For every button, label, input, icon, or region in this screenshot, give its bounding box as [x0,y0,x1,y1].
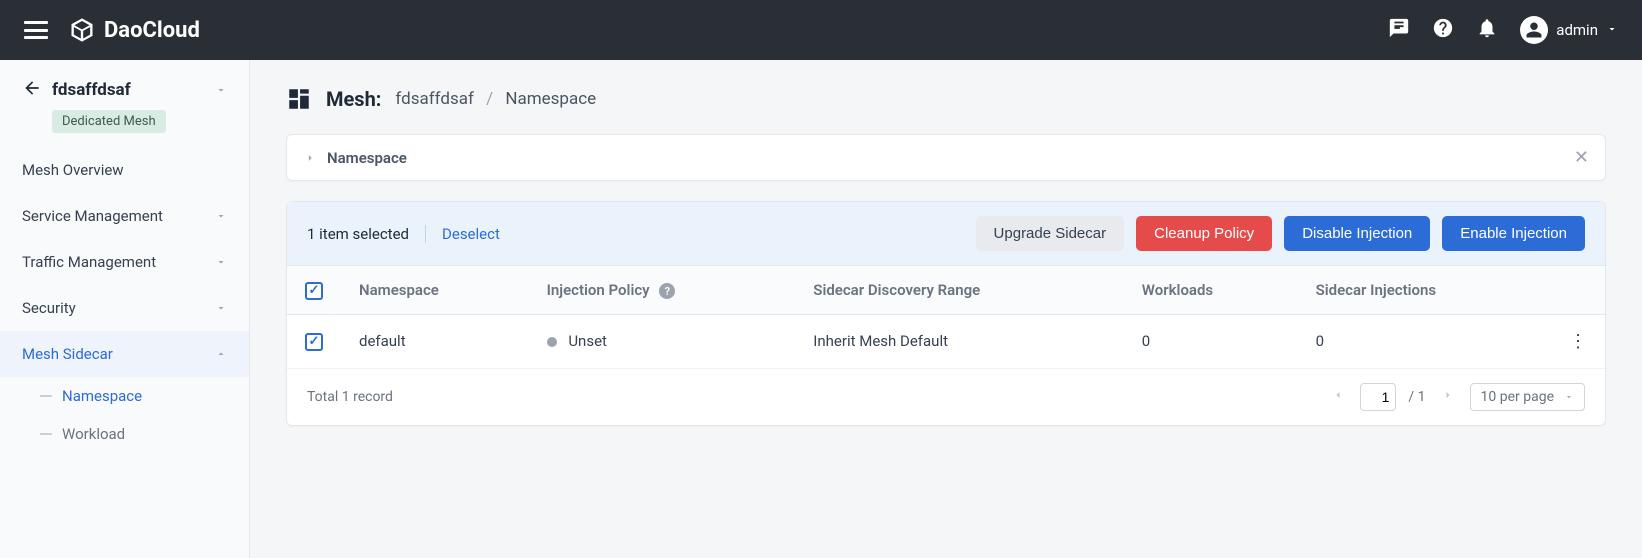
chat-icon[interactable] [1388,17,1410,43]
filter-panel-title: Namespace [327,149,407,167]
filter-panel-left[interactable]: Namespace [303,149,407,167]
cell-discovery: Inherit Mesh Default [795,314,1124,368]
cell-sidecar-inj: 0 [1298,314,1551,368]
selection-count: 1 item selected [307,225,409,243]
upgrade-sidecar-button[interactable]: Upgrade Sidecar [976,216,1125,251]
breadcrumb: fdsaffdsaf / Namespace [395,89,596,109]
page-title-prefix: Mesh: [326,87,381,111]
sidebar-item-service-mgmt[interactable]: Service Management [0,193,249,239]
sidebar-sub-label: Workload [62,425,125,443]
back-arrow-icon[interactable] [22,78,42,102]
chevron-down-icon [215,302,227,314]
help-icon[interactable] [1432,17,1454,43]
status-dot-icon [547,337,557,347]
col-workloads: Workloads [1124,266,1298,314]
sidebar: fdsaffdsaf Dedicated Mesh Mesh Overview … [0,60,250,558]
brand-logo[interactable]: DaoCloud [68,16,200,44]
chevron-down-icon[interactable] [215,81,227,100]
breadcrumb-sep: / [486,89,493,109]
sidebar-sub-label: Namespace [62,387,142,405]
page-size-label: 10 per page [1481,389,1554,405]
menu-toggle-icon[interactable] [24,21,48,39]
selection-info: 1 item selected Deselect [307,225,500,243]
user-name: admin [1556,21,1598,39]
select-all-checkbox[interactable] [305,282,323,300]
bell-icon[interactable] [1476,17,1498,43]
sidebar-item-overview[interactable]: Mesh Overview [0,147,249,193]
selection-bar: 1 item selected Deselect Upgrade Sidecar… [287,202,1605,266]
cube-icon [68,16,96,44]
topbar-right: admin [1388,16,1618,44]
table-footer: Total 1 record / 1 10 per page [287,369,1605,425]
prev-page-button[interactable] [1328,389,1348,405]
namespace-table: Namespace Injection Policy ? Sidecar Dis… [287,266,1605,369]
cleanup-policy-button[interactable]: Cleanup Policy [1136,216,1272,251]
mesh-icon [286,86,312,112]
main-content: Mesh: fdsaffdsaf / Namespace Namespace ✕… [250,60,1642,558]
mesh-badge-wrap: Dedicated Mesh [0,110,249,147]
sidebar-item-label: Service Management [22,207,163,225]
brand-name: DaoCloud [104,18,200,43]
dash-icon [40,395,52,397]
breadcrumb-current: Namespace [505,89,596,109]
table-header-row: Namespace Injection Policy ? Sidecar Dis… [287,266,1605,314]
help-tooltip-icon[interactable]: ? [659,283,675,299]
avatar-icon [1520,16,1548,44]
row-actions-menu[interactable]: ⋮ [1551,314,1605,368]
pagination: / 1 10 per page [1328,383,1585,411]
topbar-left: DaoCloud [24,16,200,44]
filter-panel: Namespace ✕ [286,134,1606,181]
selection-actions: Upgrade Sidecar Cleanup Policy Disable I… [976,216,1585,251]
sidebar-item-traffic-mgmt[interactable]: Traffic Management [0,239,249,285]
divider [425,225,426,243]
chevron-down-icon [1564,392,1574,402]
enable-injection-button[interactable]: Enable Injection [1442,216,1585,251]
col-discovery: Sidecar Discovery Range [795,266,1124,314]
close-icon[interactable]: ✕ [1574,147,1589,168]
cell-namespace[interactable]: default [341,314,529,368]
sidebar-item-label: Mesh Sidecar [22,345,113,363]
sidebar-sub-namespace[interactable]: Namespace [0,377,249,415]
sidebar-item-label: Mesh Overview [22,161,124,179]
total-records: Total 1 record [307,389,393,405]
sidebar-header[interactable]: fdsaffdsaf [0,78,249,110]
mesh-type-badge: Dedicated Mesh [52,110,166,133]
mesh-name: fdsaffdsaf [52,80,205,100]
cell-workloads: 0 [1124,314,1298,368]
page-size-select[interactable]: 10 per page [1470,383,1585,411]
chevron-down-icon [1606,21,1618,39]
table-row: default Unset Inherit Mesh Default 0 0 ⋮ [287,314,1605,368]
next-page-button[interactable] [1438,389,1458,405]
col-injection: Injection Policy ? [529,266,796,314]
sidebar-item-mesh-sidecar[interactable]: Mesh Sidecar [0,331,249,377]
sidebar-sub-workload[interactable]: Workload [0,415,249,453]
breadcrumb-mesh[interactable]: fdsaffdsaf [395,89,473,109]
chevron-up-icon [215,348,227,360]
user-menu[interactable]: admin [1520,16,1618,44]
page-header: Mesh: fdsaffdsaf / Namespace [286,86,1606,112]
sidebar-item-label: Traffic Management [22,253,156,271]
row-checkbox[interactable] [305,333,323,351]
col-sidecar-inj: Sidecar Injections [1298,266,1551,314]
sidebar-item-label: Security [22,299,76,317]
chevron-right-icon [303,151,317,165]
col-namespace: Namespace [341,266,529,314]
page-total: / 1 [1408,389,1425,405]
chevron-down-icon [215,256,227,268]
disable-injection-button[interactable]: Disable Injection [1284,216,1430,251]
page-number-input[interactable] [1360,383,1396,411]
cell-injection: Unset [529,314,796,368]
deselect-link[interactable]: Deselect [442,225,500,243]
dash-icon [40,433,52,435]
table-container: 1 item selected Deselect Upgrade Sidecar… [286,201,1606,426]
sidebar-item-security[interactable]: Security [0,285,249,331]
topbar: DaoCloud admin [0,0,1642,60]
chevron-down-icon [215,210,227,222]
